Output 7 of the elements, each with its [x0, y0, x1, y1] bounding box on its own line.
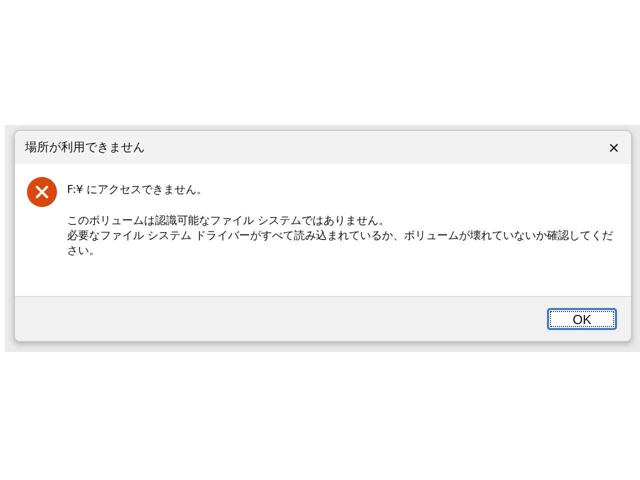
ok-button[interactable]: OK — [547, 308, 617, 330]
message-text: 必要なファイル システム ドライバーがすべて読み込まれているか、ボリュームが壊れていないか確認してください。 — [67, 228, 614, 258]
error-icon — [27, 177, 57, 207]
window-title: 場所が利用できません — [25, 139, 145, 156]
close-button[interactable]: ✕ — [597, 132, 631, 164]
message-text: このボリュームは認識可能なファイル システムではありません。 — [67, 213, 390, 228]
error-heading: F:¥ にアクセスできません。 — [67, 182, 209, 197]
